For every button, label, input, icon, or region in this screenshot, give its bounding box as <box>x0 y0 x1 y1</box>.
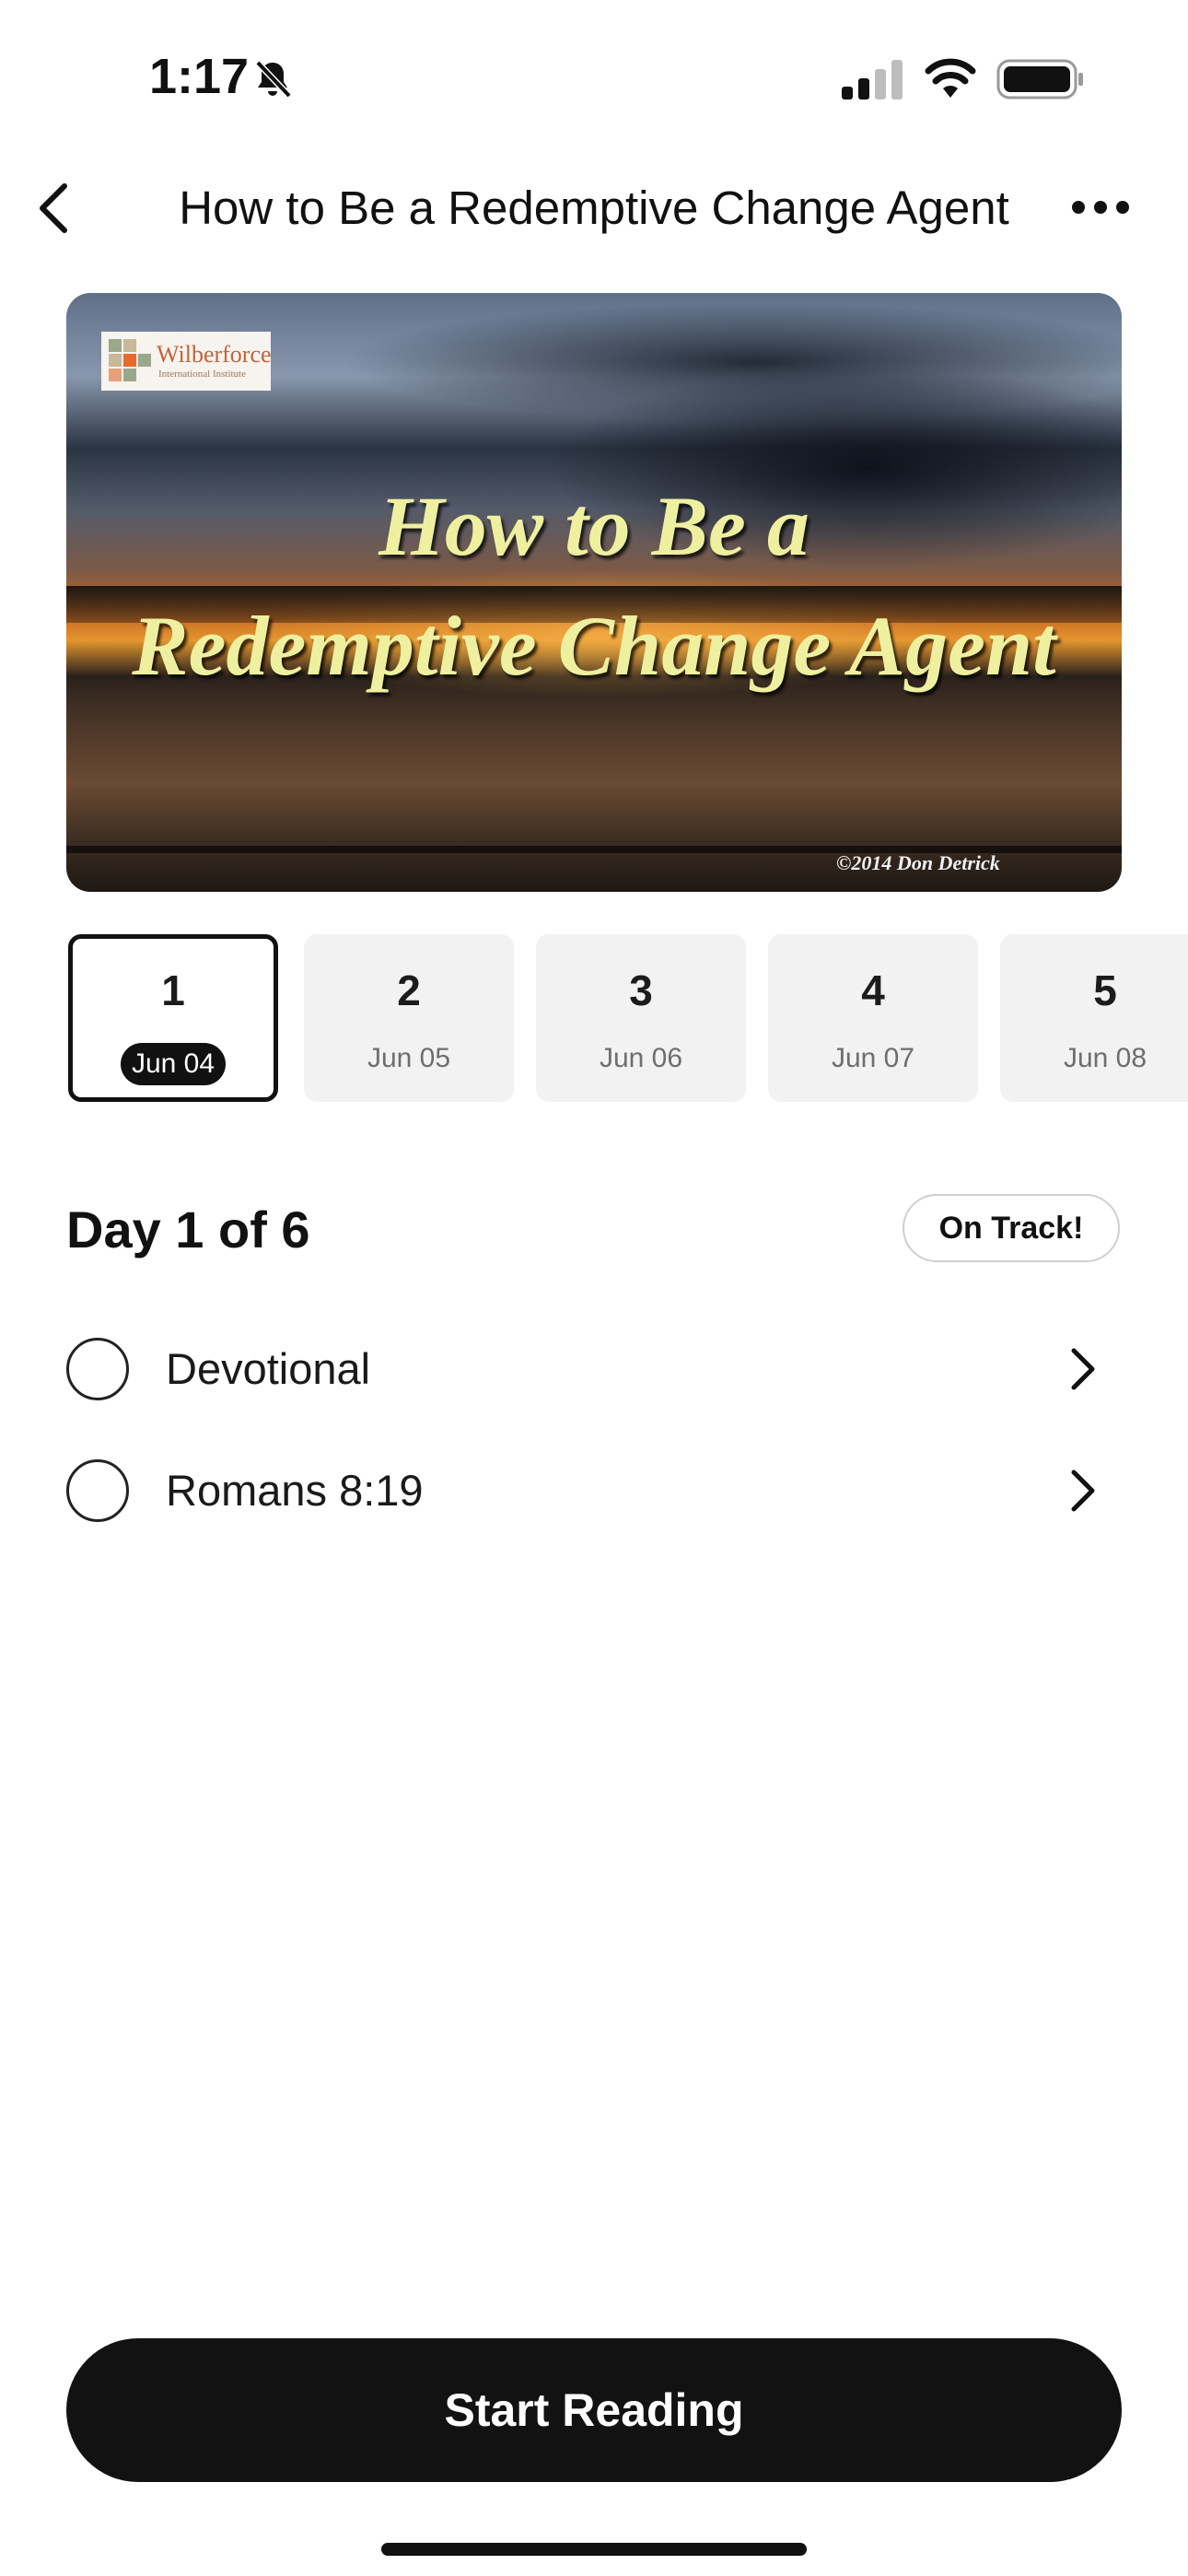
day-number: 4 <box>861 966 885 1014</box>
cellular-signal-icon <box>842 60 903 100</box>
start-reading-button[interactable]: Start Reading <box>66 2338 1122 2482</box>
day-date: Jun 06 <box>599 1043 683 1073</box>
wifi-icon <box>925 58 976 98</box>
logo-name: Wilberforce <box>157 341 272 368</box>
day-date: Jun 07 <box>831 1043 915 1073</box>
day-tab-4[interactable]: 4 Jun 07 <box>768 934 978 1102</box>
bell-slash-icon <box>255 60 292 99</box>
day-date: Jun 08 <box>1063 1043 1147 1073</box>
day-heading: Day 1 of 6 <box>66 1200 310 1259</box>
status-time: 1:17 <box>149 49 250 104</box>
status-bar: 1:17 <box>0 0 1188 138</box>
status-badge: On Track! <box>903 1194 1120 1262</box>
plan-cover-image: Wilberforce International Institute How … <box>66 293 1122 892</box>
battery-icon <box>996 59 1083 100</box>
checkbox-circle-icon[interactable] <box>66 1338 129 1400</box>
ellipsis-icon[interactable] <box>1068 193 1133 221</box>
chevron-right-icon <box>1071 1469 1095 1512</box>
chevron-right-icon <box>1071 1348 1095 1390</box>
day-tab-5[interactable]: 5 Jun 08 <box>1000 934 1188 1102</box>
day-selector: 1 Jun 04 2 Jun 05 3 Jun 06 4 Jun 07 5 Ju… <box>68 934 1188 1102</box>
task-label: Devotional <box>166 1344 371 1393</box>
page-title: How to Be a Redemptive Change Agent <box>179 181 1009 234</box>
day-number: 3 <box>629 966 653 1014</box>
logo-subtitle: International Institute <box>158 369 246 380</box>
task-item-devotional[interactable]: Devotional <box>66 1329 1122 1411</box>
hero-title-line1: How to Be a <box>379 479 809 573</box>
copyright-text: ©2014 Don Detrick <box>836 851 1000 874</box>
chevron-left-icon[interactable] <box>28 179 83 238</box>
day-number: 5 <box>1093 966 1117 1014</box>
day-tab-3[interactable]: 3 Jun 06 <box>536 934 746 1102</box>
nav-bar: How to Be a Redemptive Change Agent <box>0 157 1188 258</box>
day-tab-2[interactable]: 2 Jun 05 <box>304 934 514 1102</box>
day-date: Jun 05 <box>367 1043 451 1073</box>
checkbox-circle-icon[interactable] <box>66 1459 129 1522</box>
day-number: 2 <box>397 966 421 1014</box>
task-item-romans[interactable]: Romans 8:19 <box>66 1450 1122 1533</box>
task-label: Romans 8:19 <box>166 1466 424 1515</box>
day-tab-1[interactable]: 1 Jun 04 <box>68 934 278 1102</box>
wilberforce-logo: Wilberforce International Institute <box>101 332 272 391</box>
day-number: 1 <box>161 966 185 1014</box>
day-date: Jun 04 <box>121 1043 226 1085</box>
hero-title-line2: Redemptive Change Agent <box>132 599 1056 693</box>
home-indicator[interactable] <box>381 2543 807 2556</box>
